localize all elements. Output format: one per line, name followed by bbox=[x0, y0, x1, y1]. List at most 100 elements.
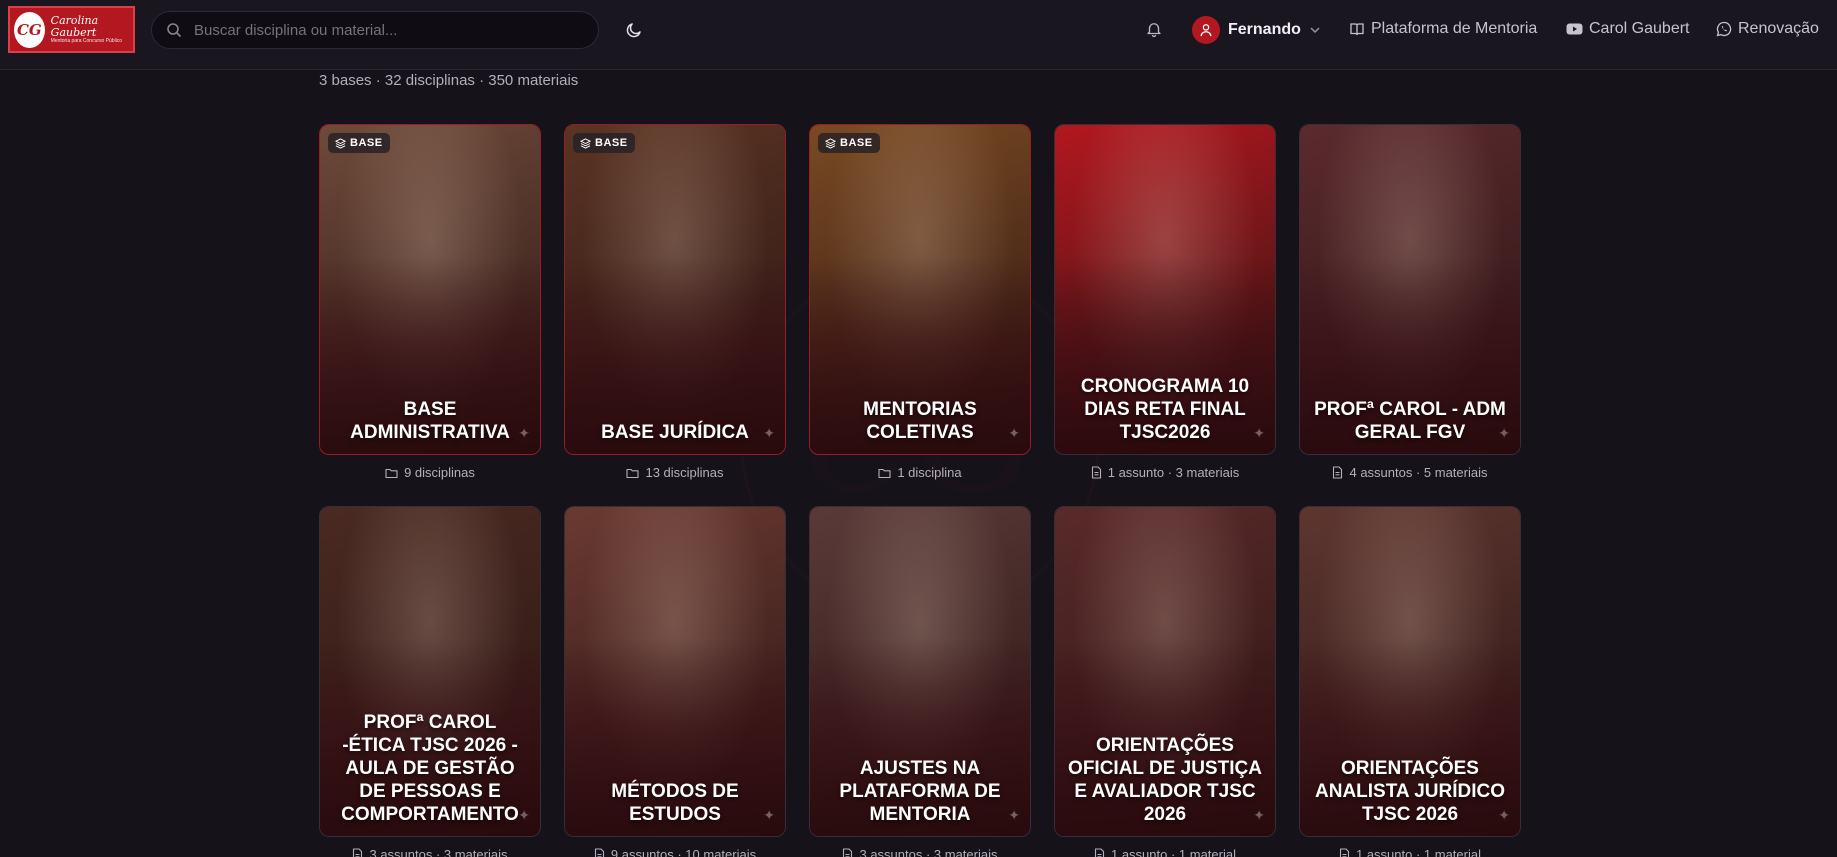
document-icon bbox=[1091, 466, 1102, 479]
card-meta: 1 assunto · 1 material bbox=[1054, 847, 1276, 857]
card-meta-text: 1 assunto · 1 material bbox=[1110, 847, 1236, 857]
nav-link-label: Carol Gaubert bbox=[1589, 20, 1690, 37]
card-item: AJUSTES NA PLATAFORMA DE MENTORIA ✦ 3 assu… bbox=[809, 506, 1031, 857]
card-button[interactable]: PROFª CAROL -ÉTICA TJSC 2026 - AULA DE G… bbox=[319, 506, 541, 837]
sparkle-icon: ✦ bbox=[1253, 807, 1265, 823]
card-title: PROFª CAROL - ADM GERAL FGV bbox=[1314, 399, 1506, 443]
document-icon bbox=[352, 848, 363, 857]
layers-icon bbox=[825, 137, 836, 149]
sparkle-icon: ✦ bbox=[1008, 807, 1020, 823]
badge-label: BASE bbox=[840, 137, 873, 149]
card-item: PROFª CAROL -ÉTICA TJSC 2026 - AULA DE G… bbox=[319, 506, 541, 857]
logo-text: Carolina Gaubert Mentoria para Concurso … bbox=[50, 14, 133, 45]
brand-logo[interactable]: CG Carolina Gaubert Mentoria para Concur… bbox=[8, 6, 135, 53]
logo-badge: CG bbox=[14, 11, 45, 48]
badge-label: BASE bbox=[595, 137, 628, 149]
document-icon bbox=[1332, 466, 1343, 479]
card-title: ORIENTAÇÕES ANALISTA JURÍDICO TJSC 2026 bbox=[1315, 758, 1505, 825]
document-icon bbox=[842, 848, 853, 857]
card-title: AJUSTES NA PLATAFORMA DE MENTORIA bbox=[839, 758, 1001, 825]
card-title: PROFª CAROL -ÉTICA TJSC 2026 - AULA DE G… bbox=[341, 712, 519, 825]
sparkle-icon: ✦ bbox=[518, 425, 530, 441]
card-title: MENTORIAS COLETIVAS bbox=[863, 399, 977, 443]
card-meta: 1 assunto · 1 material bbox=[1299, 847, 1521, 857]
badge-label: BASE bbox=[350, 137, 383, 149]
sparkle-icon: ✦ bbox=[763, 425, 775, 441]
base-badge: BASE bbox=[818, 133, 880, 153]
card-button[interactable]: BASE BASE JURÍDICA ✦ bbox=[564, 124, 786, 455]
whatsapp-icon bbox=[1716, 21, 1732, 37]
user-name: Fernando bbox=[1228, 21, 1301, 38]
document-icon bbox=[1094, 848, 1105, 857]
card-meta-text: 3 assuntos · 3 materiais bbox=[859, 847, 998, 857]
card-button[interactable]: CRONOGRAMA 10 DIAS RETA FINAL TJSC2026 ✦ bbox=[1054, 124, 1276, 455]
card-button[interactable]: PROFª CAROL - ADM GERAL FGV ✦ bbox=[1299, 124, 1521, 455]
document-icon bbox=[594, 848, 605, 857]
search-input[interactable] bbox=[194, 21, 574, 39]
card-meta: 13 disciplinas bbox=[564, 465, 786, 480]
top-bar: CG Carolina Gaubert Mentoria para Concur… bbox=[0, 0, 1837, 70]
card-button[interactable]: MÉTODOS DE ESTUDOS ✦ bbox=[564, 506, 786, 837]
card-item: CRONOGRAMA 10 DIAS RETA FINAL TJSC2026 ✦ 1… bbox=[1054, 124, 1276, 480]
base-badge: BASE bbox=[573, 133, 635, 153]
sparkle-icon: ✦ bbox=[518, 807, 530, 823]
card-meta: 9 disciplinas bbox=[319, 465, 541, 480]
sparkle-icon: ✦ bbox=[1008, 425, 1020, 441]
bell-icon[interactable] bbox=[1143, 18, 1165, 40]
card-meta-text: 3 assuntos · 3 materiais bbox=[369, 847, 508, 857]
card-button[interactable]: ORIENTAÇÕES OFICIAL DE JUSTIÇA E AVALIAD… bbox=[1054, 506, 1276, 837]
folder-icon bbox=[626, 467, 640, 479]
card-meta: 4 assuntos · 5 materiais bbox=[1299, 465, 1521, 480]
card-title: CRONOGRAMA 10 DIAS RETA FINAL TJSC2026 bbox=[1080, 376, 1250, 443]
search-icon bbox=[166, 22, 182, 38]
card-meta-text: 1 assunto · 1 material bbox=[1355, 847, 1481, 857]
catalog-summary: 3 bases · 32 disciplinas · 350 materiais bbox=[319, 72, 579, 89]
card-item: PROFª CAROL - ADM GERAL FGV ✦ 4 assuntos ·… bbox=[1299, 124, 1521, 480]
chevron-down-icon bbox=[1309, 24, 1321, 36]
card-title: BASE JURÍDICA bbox=[601, 422, 749, 443]
card-meta: 3 assuntos · 3 materiais bbox=[319, 847, 541, 857]
card-meta: 1 assunto · 3 materiais bbox=[1054, 465, 1276, 480]
folder-icon bbox=[385, 467, 398, 479]
user-menu[interactable]: Fernando bbox=[1192, 14, 1321, 46]
nav-link-plataforma[interactable]: Plataforma de Mentoria bbox=[1349, 20, 1537, 38]
card-meta: 1 disciplina bbox=[809, 465, 1031, 480]
card-item: BASE MENTORIAS COLETIVAS ✦ 1 disciplina bbox=[809, 124, 1031, 480]
search-box[interactable] bbox=[151, 11, 599, 49]
card-meta-text: 13 disciplinas bbox=[645, 465, 724, 480]
card-button[interactable]: AJUSTES NA PLATAFORMA DE MENTORIA ✦ bbox=[809, 506, 1031, 837]
sparkle-icon: ✦ bbox=[1498, 425, 1510, 441]
document-icon bbox=[1339, 848, 1350, 857]
layers-icon bbox=[580, 137, 591, 149]
moon-icon[interactable] bbox=[622, 18, 646, 42]
card-button[interactable]: ORIENTAÇÕES ANALISTA JURÍDICO TJSC 2026 ✦ bbox=[1299, 506, 1521, 837]
card-item: ORIENTAÇÕES ANALISTA JURÍDICO TJSC 2026 ✦… bbox=[1299, 506, 1521, 857]
base-badge: BASE bbox=[328, 133, 390, 153]
youtube-icon bbox=[1566, 22, 1583, 36]
card-meta-text: 9 assuntos · 10 materiais bbox=[610, 847, 757, 857]
card-button[interactable]: BASE MENTORIAS COLETIVAS ✦ bbox=[809, 124, 1031, 455]
card-title: MÉTODOS DE ESTUDOS bbox=[611, 781, 739, 825]
layers-icon bbox=[335, 137, 346, 149]
card-title: BASE ADMINISTRATIVA bbox=[350, 399, 510, 443]
card-item: MÉTODOS DE ESTUDOS ✦ 9 assuntos · 10 mater… bbox=[564, 506, 786, 857]
user-icon bbox=[1192, 16, 1220, 44]
logo-subtitle: Mentoria para Concurso Público bbox=[50, 37, 123, 44]
card-item: BASE BASE JURÍDICA ✦ 13 disciplinas bbox=[564, 124, 786, 480]
card-button[interactable]: BASE BASE ADMINISTRATIVA ✦ bbox=[319, 124, 541, 455]
nav-link-label: Renovação bbox=[1738, 20, 1819, 37]
nav-link-label: Plataforma de Mentoria bbox=[1371, 20, 1538, 37]
nav-link-renovacao[interactable]: Renovação bbox=[1716, 20, 1819, 38]
nav-link-carol-gaubert[interactable]: Carol Gaubert bbox=[1566, 20, 1690, 38]
sparkle-icon: ✦ bbox=[763, 807, 775, 823]
card-meta-text: 4 assuntos · 5 materiais bbox=[1349, 465, 1488, 480]
card-meta-text: 9 disciplinas bbox=[404, 465, 475, 480]
card-meta-text: 1 assunto · 3 materiais bbox=[1107, 465, 1240, 480]
card-meta: 3 assuntos · 3 materiais bbox=[809, 847, 1031, 857]
card-title: ORIENTAÇÕES OFICIAL DE JUSTIÇA E AVALIAD… bbox=[1068, 735, 1262, 825]
card-meta-text: 1 disciplina bbox=[897, 465, 962, 480]
sparkle-icon: ✦ bbox=[1253, 425, 1265, 441]
folder-icon bbox=[878, 467, 891, 479]
sparkle-icon: ✦ bbox=[1498, 807, 1510, 823]
card-meta: 9 assuntos · 10 materiais bbox=[564, 847, 786, 857]
